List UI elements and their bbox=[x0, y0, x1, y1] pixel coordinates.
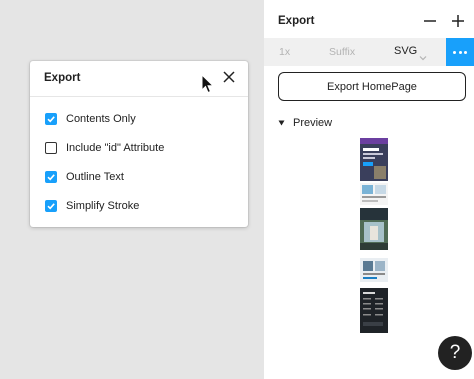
more-dot bbox=[458, 51, 462, 54]
caret-down-icon bbox=[278, 120, 285, 126]
preview-thumbnail bbox=[360, 258, 388, 282]
suffix-input[interactable]: Suffix bbox=[329, 46, 355, 58]
close-icon[interactable] bbox=[220, 68, 238, 86]
mouse-cursor-icon bbox=[201, 73, 215, 99]
more-options-button[interactable] bbox=[446, 38, 474, 66]
preview-thumbnail bbox=[360, 138, 388, 181]
preview-thumbnail bbox=[360, 208, 388, 250]
help-button[interactable]: ? bbox=[438, 336, 472, 370]
export-settings-dialog: Export Contents Only Include "id" Attrib… bbox=[30, 61, 248, 227]
chevron-down-icon[interactable] bbox=[419, 48, 427, 66]
preview-thumbnail bbox=[360, 183, 388, 205]
add-export-icon[interactable] bbox=[450, 13, 466, 29]
checkbox-checked-icon[interactable] bbox=[45, 171, 57, 183]
option-label: Outline Text bbox=[66, 171, 124, 183]
checkbox-checked-icon[interactable] bbox=[45, 200, 57, 212]
more-dot bbox=[464, 51, 467, 54]
panel-title: Export bbox=[278, 15, 315, 27]
option-label: Include "id" Attribute bbox=[66, 142, 165, 154]
export-panel: Export 1x Suffix SVG Export HomePage Pre… bbox=[264, 0, 474, 379]
preview-toggle[interactable]: Preview bbox=[278, 117, 332, 129]
option-simplify-stroke[interactable]: Simplify Stroke bbox=[45, 197, 139, 215]
preview-label: Preview bbox=[293, 117, 333, 129]
format-select[interactable]: SVG bbox=[394, 45, 417, 57]
option-label: Simplify Stroke bbox=[66, 200, 140, 212]
preview-thumbnails bbox=[360, 138, 388, 333]
preview-thumbnail bbox=[360, 288, 388, 333]
export-homepage-button[interactable]: Export HomePage bbox=[278, 72, 466, 101]
option-outline-text[interactable]: Outline Text bbox=[45, 168, 124, 186]
checkbox-checked-icon[interactable] bbox=[45, 113, 57, 125]
checkbox-unchecked-icon[interactable] bbox=[45, 142, 57, 154]
export-settings-row: 1x Suffix SVG bbox=[264, 38, 474, 66]
option-contents-only[interactable]: Contents Only bbox=[45, 110, 136, 128]
dialog-header: Export bbox=[30, 61, 248, 97]
option-label: Contents Only bbox=[66, 113, 136, 125]
scale-input[interactable]: 1x bbox=[279, 46, 290, 58]
more-dot bbox=[453, 51, 456, 54]
option-include-id-attribute[interactable]: Include "id" Attribute bbox=[45, 139, 164, 157]
remove-export-icon[interactable] bbox=[422, 13, 438, 29]
dialog-title: Export bbox=[44, 72, 81, 84]
